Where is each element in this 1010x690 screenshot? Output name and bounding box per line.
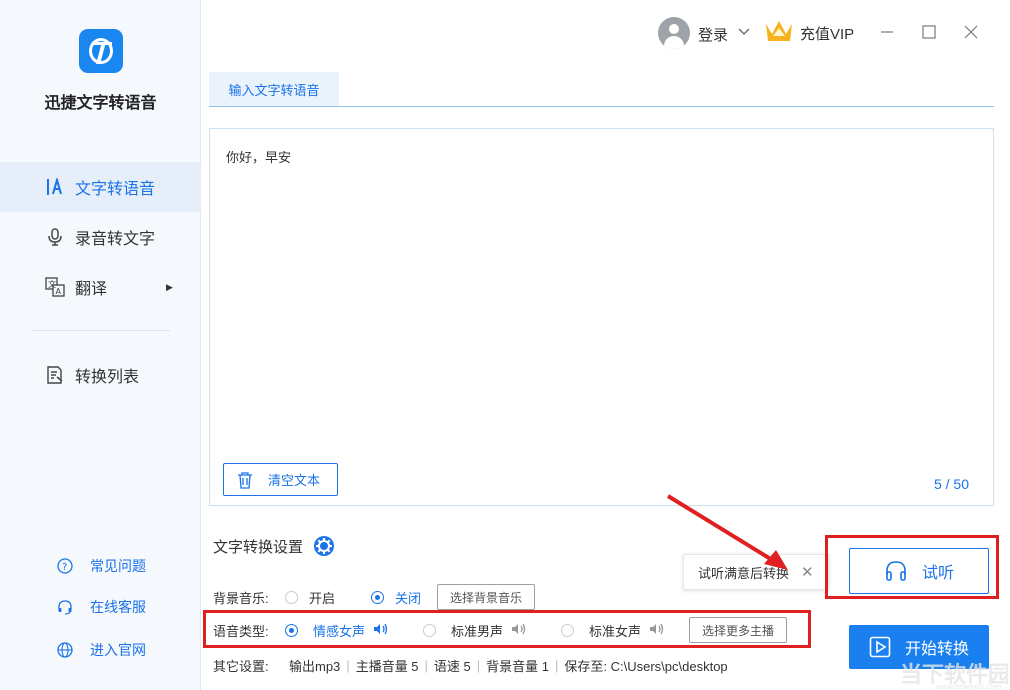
other-settings-row: 其它设置: 输出mp3 | 主播音量 5 | 语速 5 | 背景音量 1 | 保… xyxy=(213,656,728,675)
sidebar-item-speech-to-text[interactable]: 录音转文字 xyxy=(0,212,201,262)
settings-title: 文字转换设置 xyxy=(213,535,335,557)
app-logo-icon xyxy=(79,29,123,73)
faq-link[interactable]: ? 常见问题 xyxy=(56,556,146,576)
app-name: 迅捷文字转语音 xyxy=(44,95,157,112)
sidebar-item-conversion-list[interactable]: 转换列表 xyxy=(0,350,201,400)
bgm-on-radio[interactable]: 开启 xyxy=(285,588,335,607)
translate-icon: 文A xyxy=(45,277,65,297)
listen-button[interactable]: 试听 xyxy=(849,548,989,594)
close-icon[interactable]: ✕ xyxy=(801,563,814,581)
setting-speed[interactable]: 语速 5 xyxy=(434,656,471,675)
maximize-button[interactable] xyxy=(919,22,939,42)
speaker-icon[interactable] xyxy=(649,622,665,639)
bgm-off-radio[interactable]: 关闭 xyxy=(371,588,421,607)
speaker-icon[interactable] xyxy=(511,622,527,639)
svg-text:www.downxia.com: www.downxia.com xyxy=(936,683,1001,690)
tab-text-input[interactable]: 输入文字转语音 xyxy=(209,72,339,106)
sidebar-item-translate[interactable]: 文A 翻译 ▶ xyxy=(0,262,201,312)
setting-bgm-volume[interactable]: 背景音量 1 xyxy=(486,656,549,675)
headset-icon xyxy=(56,598,74,616)
svg-text:A: A xyxy=(56,287,62,296)
login-button[interactable]: 登录 xyxy=(698,24,728,45)
voice-option-emotional-female[interactable]: 情感女声 xyxy=(285,621,389,640)
title-bar: 登录 充值VIP xyxy=(201,0,1010,66)
voice-option-standard-female[interactable]: 标准女声 xyxy=(561,621,665,640)
sidebar-item-label: 翻译 xyxy=(75,281,108,298)
microphone-icon xyxy=(45,227,65,247)
tab-underline xyxy=(209,106,994,107)
vip-recharge-button[interactable]: 充值VIP xyxy=(764,18,854,48)
avatar[interactable] xyxy=(658,17,690,49)
voice-type-row: 语音类型: 情感女声 标准男声 标准女声 选择更多主播 xyxy=(213,617,788,643)
character-counter: 5 / 50 xyxy=(933,476,969,492)
choose-more-voices-button[interactable]: 选择更多主播 xyxy=(689,617,788,643)
clear-text-button[interactable]: 清空文本 xyxy=(223,463,338,496)
close-button[interactable] xyxy=(961,22,981,42)
list-icon xyxy=(45,365,65,385)
text-input-area[interactable]: 你好，早安 清空文本 5 / 50 xyxy=(209,128,994,506)
chevron-down-icon[interactable] xyxy=(737,24,751,41)
text-input-content[interactable]: 你好，早安 xyxy=(226,147,291,166)
sidebar: 迅捷文字转语音 文字转语音 录音转文字 文A 翻译 ▶ 转换列表 ? 常见问题 xyxy=(0,0,201,690)
setting-save-path[interactable]: 保存至: C:\Users\pc\desktop xyxy=(564,656,727,675)
annotation-arrow xyxy=(666,494,788,570)
sidebar-item-label: 录音转文字 xyxy=(75,231,156,248)
choose-bgm-button[interactable]: 选择背景音乐 xyxy=(437,584,536,610)
headphones-icon xyxy=(884,559,908,583)
setting-anchor-volume[interactable]: 主播音量 5 xyxy=(356,656,419,675)
gear-icon[interactable] xyxy=(313,535,335,557)
text-audio-icon xyxy=(45,177,65,197)
crown-icon xyxy=(764,18,794,48)
svg-text:?: ? xyxy=(62,562,67,573)
play-icon xyxy=(869,636,891,658)
sidebar-divider xyxy=(32,330,170,331)
setting-output-format[interactable]: 输出mp3 xyxy=(289,656,340,675)
official-site-link[interactable]: 进入官网 xyxy=(56,640,146,660)
question-icon: ? xyxy=(56,557,74,575)
online-support-link[interactable]: 在线客服 xyxy=(56,597,146,617)
minimize-button[interactable] xyxy=(877,22,897,42)
caret-right-icon: ▶ xyxy=(166,281,173,292)
speaker-icon[interactable] xyxy=(373,622,389,639)
sidebar-item-text-to-speech[interactable]: 文字转语音 xyxy=(0,162,201,212)
trash-icon xyxy=(236,471,254,489)
voice-option-standard-male[interactable]: 标准男声 xyxy=(423,621,527,640)
globe-icon xyxy=(56,641,74,659)
sidebar-item-label: 转换列表 xyxy=(75,369,140,386)
sidebar-item-label: 文字转语音 xyxy=(75,181,156,198)
bgm-row: 背景音乐: 开启 关闭 选择背景音乐 xyxy=(213,584,536,610)
site-watermark-icon: 当下软件园 www.downxia.com xyxy=(900,662,1008,690)
